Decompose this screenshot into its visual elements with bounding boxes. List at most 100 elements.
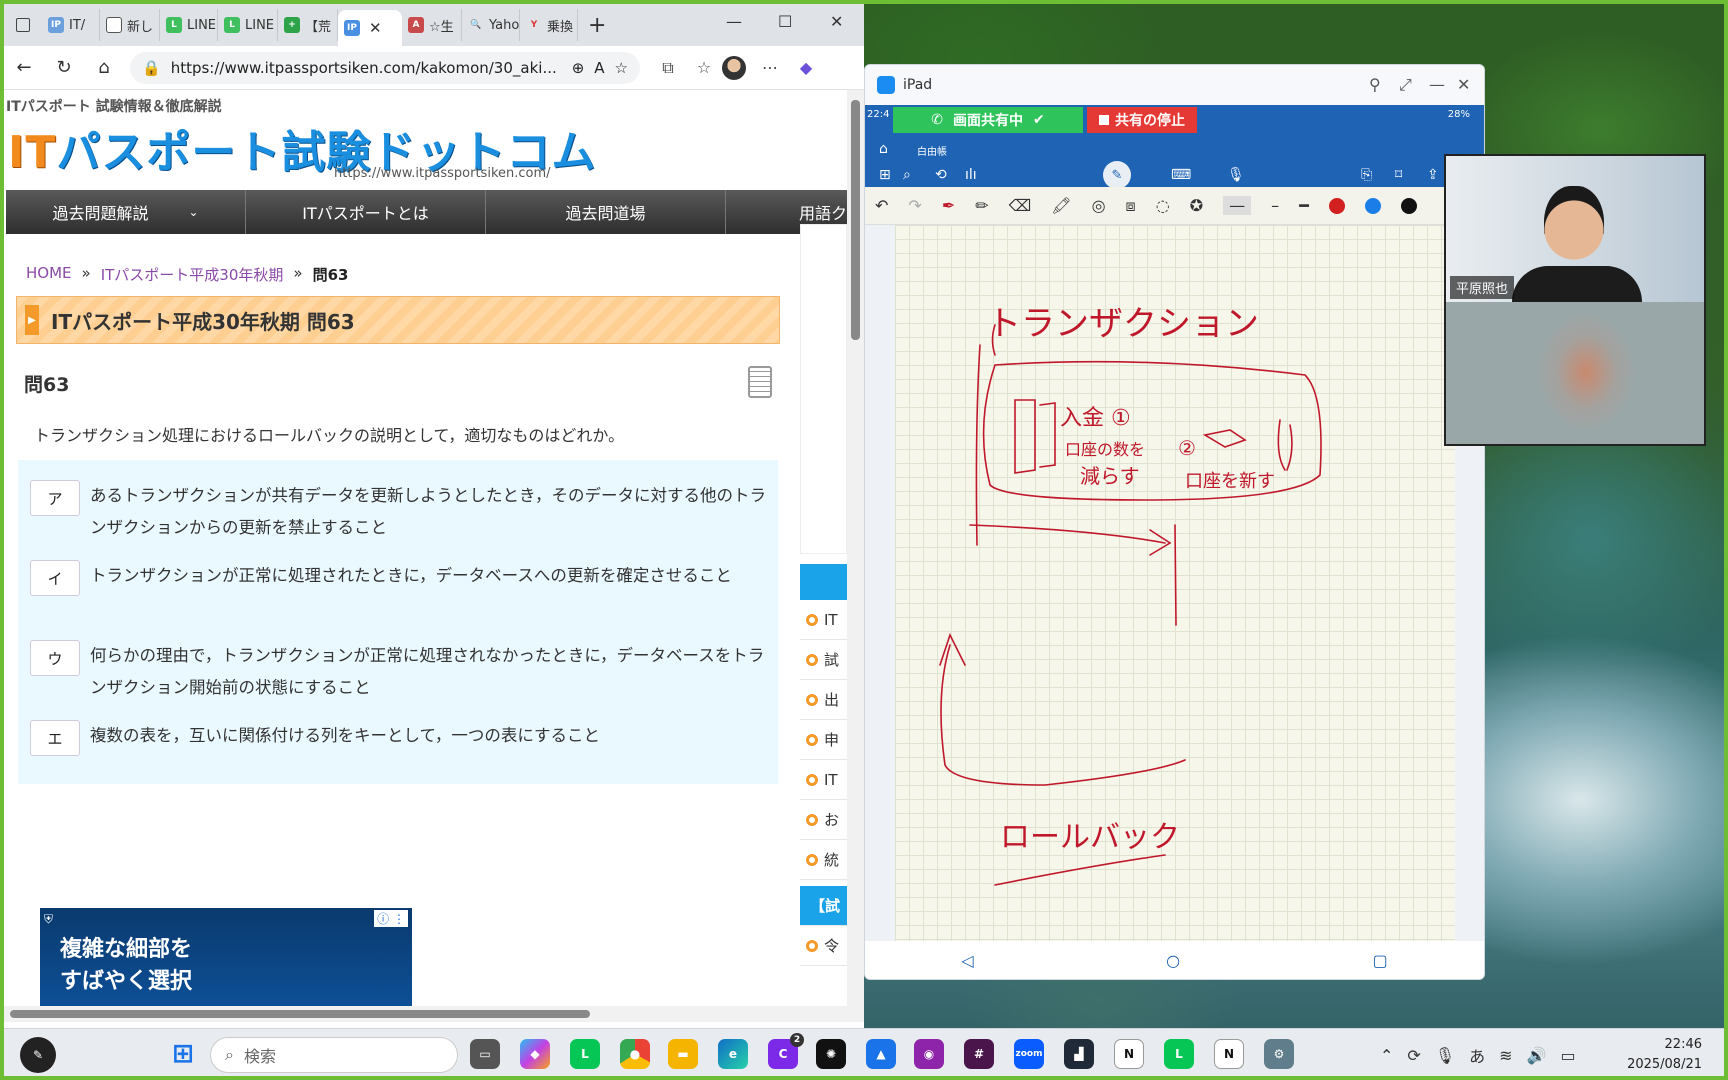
choice-a[interactable]: ア あるトランザクションが共有データを更新しようとしたとき，そのデータに対する他… bbox=[30, 480, 770, 544]
tab-5[interactable]: + 【荒 bbox=[278, 9, 338, 41]
home-nav-icon[interactable]: ○ bbox=[1166, 951, 1180, 970]
lasso-icon[interactable]: ⟲ bbox=[935, 167, 947, 183]
mic-icon[interactable]: 🎙 bbox=[1435, 1046, 1455, 1065]
notion-icon[interactable]: N bbox=[1114, 1039, 1144, 1069]
tab-active[interactable]: IP ✕ bbox=[338, 10, 402, 46]
ime-indicator[interactable]: あ bbox=[1469, 1043, 1485, 1067]
share-icon[interactable]: ⇪ bbox=[1427, 167, 1439, 183]
windows-start-icon[interactable]: ⊞ bbox=[168, 1039, 198, 1069]
menu-dojo[interactable]: 過去問道場 bbox=[486, 190, 726, 234]
sidebar-item[interactable]: 出 bbox=[800, 680, 847, 720]
medium-stroke-icon[interactable]: – bbox=[1271, 196, 1279, 215]
pen-icon[interactable]: ✒ bbox=[942, 196, 955, 215]
undo-icon[interactable]: ↶ bbox=[875, 196, 888, 215]
choice-key[interactable]: ア bbox=[30, 480, 80, 516]
thin-stroke-icon[interactable]: — bbox=[1223, 196, 1252, 215]
tab-2[interactable]: 新し bbox=[100, 9, 160, 41]
calculator-icon[interactable] bbox=[748, 366, 772, 398]
bookmark-icon[interactable]: ⌑ bbox=[1395, 167, 1402, 183]
advertisement[interactable]: ⛨ ⓘ ⋮ 複雑な細部を すばやく選択 bbox=[40, 908, 412, 1006]
audio-icon[interactable]: ılı bbox=[965, 167, 977, 183]
mic-icon[interactable]: 🎙 bbox=[1227, 167, 1245, 183]
app-icon[interactable]: ▲ bbox=[866, 1039, 896, 1069]
new-tab-button[interactable]: + bbox=[588, 13, 606, 38]
back-nav-icon[interactable]: ◁ bbox=[961, 951, 973, 970]
tab-3[interactable]: L LINE bbox=[160, 9, 218, 41]
favorite-star-icon[interactable]: ☆ bbox=[615, 59, 628, 77]
sidebar-item[interactable]: IT bbox=[800, 760, 847, 800]
maximize-icon[interactable]: ☐ bbox=[778, 12, 792, 31]
taskbar-clock[interactable]: 22:46 2025/08/21 bbox=[1602, 1035, 1702, 1075]
sidebar-item[interactable]: IT bbox=[800, 600, 847, 640]
color-red-swatch[interactable] bbox=[1328, 197, 1345, 214]
vertical-scrollbar[interactable] bbox=[847, 90, 864, 1006]
line-icon[interactable]: L bbox=[570, 1039, 600, 1069]
expand-icon[interactable]: ⤢ bbox=[1399, 75, 1412, 95]
horizontal-scrollbar[interactable] bbox=[4, 1006, 864, 1022]
sidebar-item[interactable]: お bbox=[800, 800, 847, 840]
clock-app-icon[interactable]: ◉ bbox=[914, 1039, 944, 1069]
choice-e[interactable]: エ 複数の表を，互いに関係付ける列をキーとして，一つの表にすること bbox=[30, 720, 770, 756]
home-icon[interactable]: ⌂ bbox=[879, 141, 888, 157]
close-icon[interactable]: ✕ bbox=[1457, 75, 1470, 94]
choice-u[interactable]: ウ 何らかの理由で，トランザクションが正常に処理されなかったときに，データベース… bbox=[30, 640, 770, 704]
taskbar-search[interactable]: ⌕ 検索 bbox=[210, 1037, 458, 1073]
refresh-icon[interactable]: ↻ bbox=[44, 57, 84, 78]
grid-icon[interactable]: ⊞ bbox=[879, 167, 891, 183]
lock-icon[interactable]: 🔒 bbox=[142, 59, 161, 77]
tab-actions-icon[interactable] bbox=[16, 18, 30, 32]
wifi-icon[interactable]: ≋ bbox=[1499, 1046, 1512, 1065]
menu-about[interactable]: ITパスポートとは bbox=[246, 190, 486, 234]
tab-8[interactable]: 🔍 Yaho bbox=[462, 9, 520, 41]
copilot-icon[interactable]: ◆ bbox=[520, 1039, 550, 1069]
chevron-up-icon[interactable]: ⌃ bbox=[1380, 1046, 1393, 1065]
pin-icon[interactable]: ⚲ bbox=[1369, 75, 1381, 94]
slack-icon[interactable]: # bbox=[964, 1039, 994, 1069]
zoom-icon[interactable]: zoom bbox=[1014, 1039, 1044, 1069]
app-icon[interactable]: ▟ bbox=[1064, 1039, 1094, 1069]
breadcrumb-parent[interactable]: ITパスポート平成30年秋期 bbox=[101, 264, 284, 285]
copilot-icon[interactable]: ◆ bbox=[788, 58, 824, 77]
add-page-icon[interactable]: ⎘ bbox=[1361, 167, 1372, 183]
shape-icon[interactable]: ◎ bbox=[1092, 196, 1106, 215]
chrome-icon[interactable]: ● bbox=[620, 1039, 650, 1069]
scroll-thumb[interactable] bbox=[10, 1010, 590, 1018]
chatgpt-icon[interactable]: ✺ bbox=[816, 1039, 846, 1069]
sidebar-item[interactable]: 令 bbox=[800, 926, 847, 966]
choice-key[interactable]: エ bbox=[30, 720, 80, 756]
tab-9[interactable]: Y 乗換 bbox=[520, 9, 578, 41]
pen-mode-icon[interactable]: ✎ bbox=[1103, 161, 1131, 189]
color-black-swatch[interactable] bbox=[1400, 197, 1417, 214]
volume-icon[interactable]: 🔊 bbox=[1527, 1046, 1547, 1065]
scroll-thumb[interactable] bbox=[851, 100, 860, 340]
zoom-icon[interactable]: ⊕ bbox=[572, 59, 585, 77]
edge-icon[interactable]: e bbox=[718, 1039, 748, 1069]
recents-nav-icon[interactable]: ▢ bbox=[1373, 951, 1388, 970]
pen-widget-icon[interactable]: ✎ bbox=[20, 1037, 56, 1073]
ad-info-icon[interactable]: ⓘ ⋮ bbox=[374, 910, 408, 927]
settings-gear-icon[interactable]: ⚙ bbox=[1264, 1039, 1294, 1069]
doc-tab[interactable]: 白由帳 bbox=[917, 143, 947, 158]
self-video-blurred[interactable] bbox=[1446, 302, 1704, 444]
sidebar-item[interactable]: 統 bbox=[800, 840, 847, 880]
tab-7[interactable]: A ☆生 bbox=[402, 9, 462, 41]
breadcrumb-home[interactable]: HOME bbox=[26, 264, 72, 285]
extensions-icon[interactable]: ⧉ bbox=[650, 58, 686, 78]
search-icon[interactable]: ⌕ bbox=[903, 167, 911, 183]
menu-past-questions[interactable]: 過去問題解説 ⌄ bbox=[6, 190, 246, 234]
battery-icon[interactable]: ▭ bbox=[1560, 1046, 1575, 1065]
minimize-icon[interactable]: — bbox=[1429, 75, 1445, 94]
stop-share-button[interactable]: 共有の停止 bbox=[1087, 107, 1197, 133]
eraser-icon[interactable]: ⌫ bbox=[1009, 196, 1032, 215]
home-icon[interactable]: ⌂ bbox=[84, 57, 124, 78]
tab-4[interactable]: L LINE bbox=[218, 9, 278, 41]
canva-icon[interactable]: C2 bbox=[768, 1033, 804, 1069]
keyboard-icon[interactable]: ⌨ bbox=[1171, 167, 1191, 183]
choice-i[interactable]: イ トランザクションが正常に処理されたときに，データベースへの更新を確定させるこ… bbox=[30, 560, 770, 596]
highlighter-icon[interactable]: 🖍 bbox=[1051, 196, 1071, 215]
close-tab-icon[interactable]: ✕ bbox=[369, 19, 382, 37]
thick-stroke-icon[interactable]: ━ bbox=[1299, 196, 1309, 215]
sidebar-item[interactable]: 申 bbox=[800, 720, 847, 760]
notion-icon[interactable]: N bbox=[1214, 1039, 1244, 1069]
redo-icon[interactable]: ↷ bbox=[908, 196, 921, 215]
